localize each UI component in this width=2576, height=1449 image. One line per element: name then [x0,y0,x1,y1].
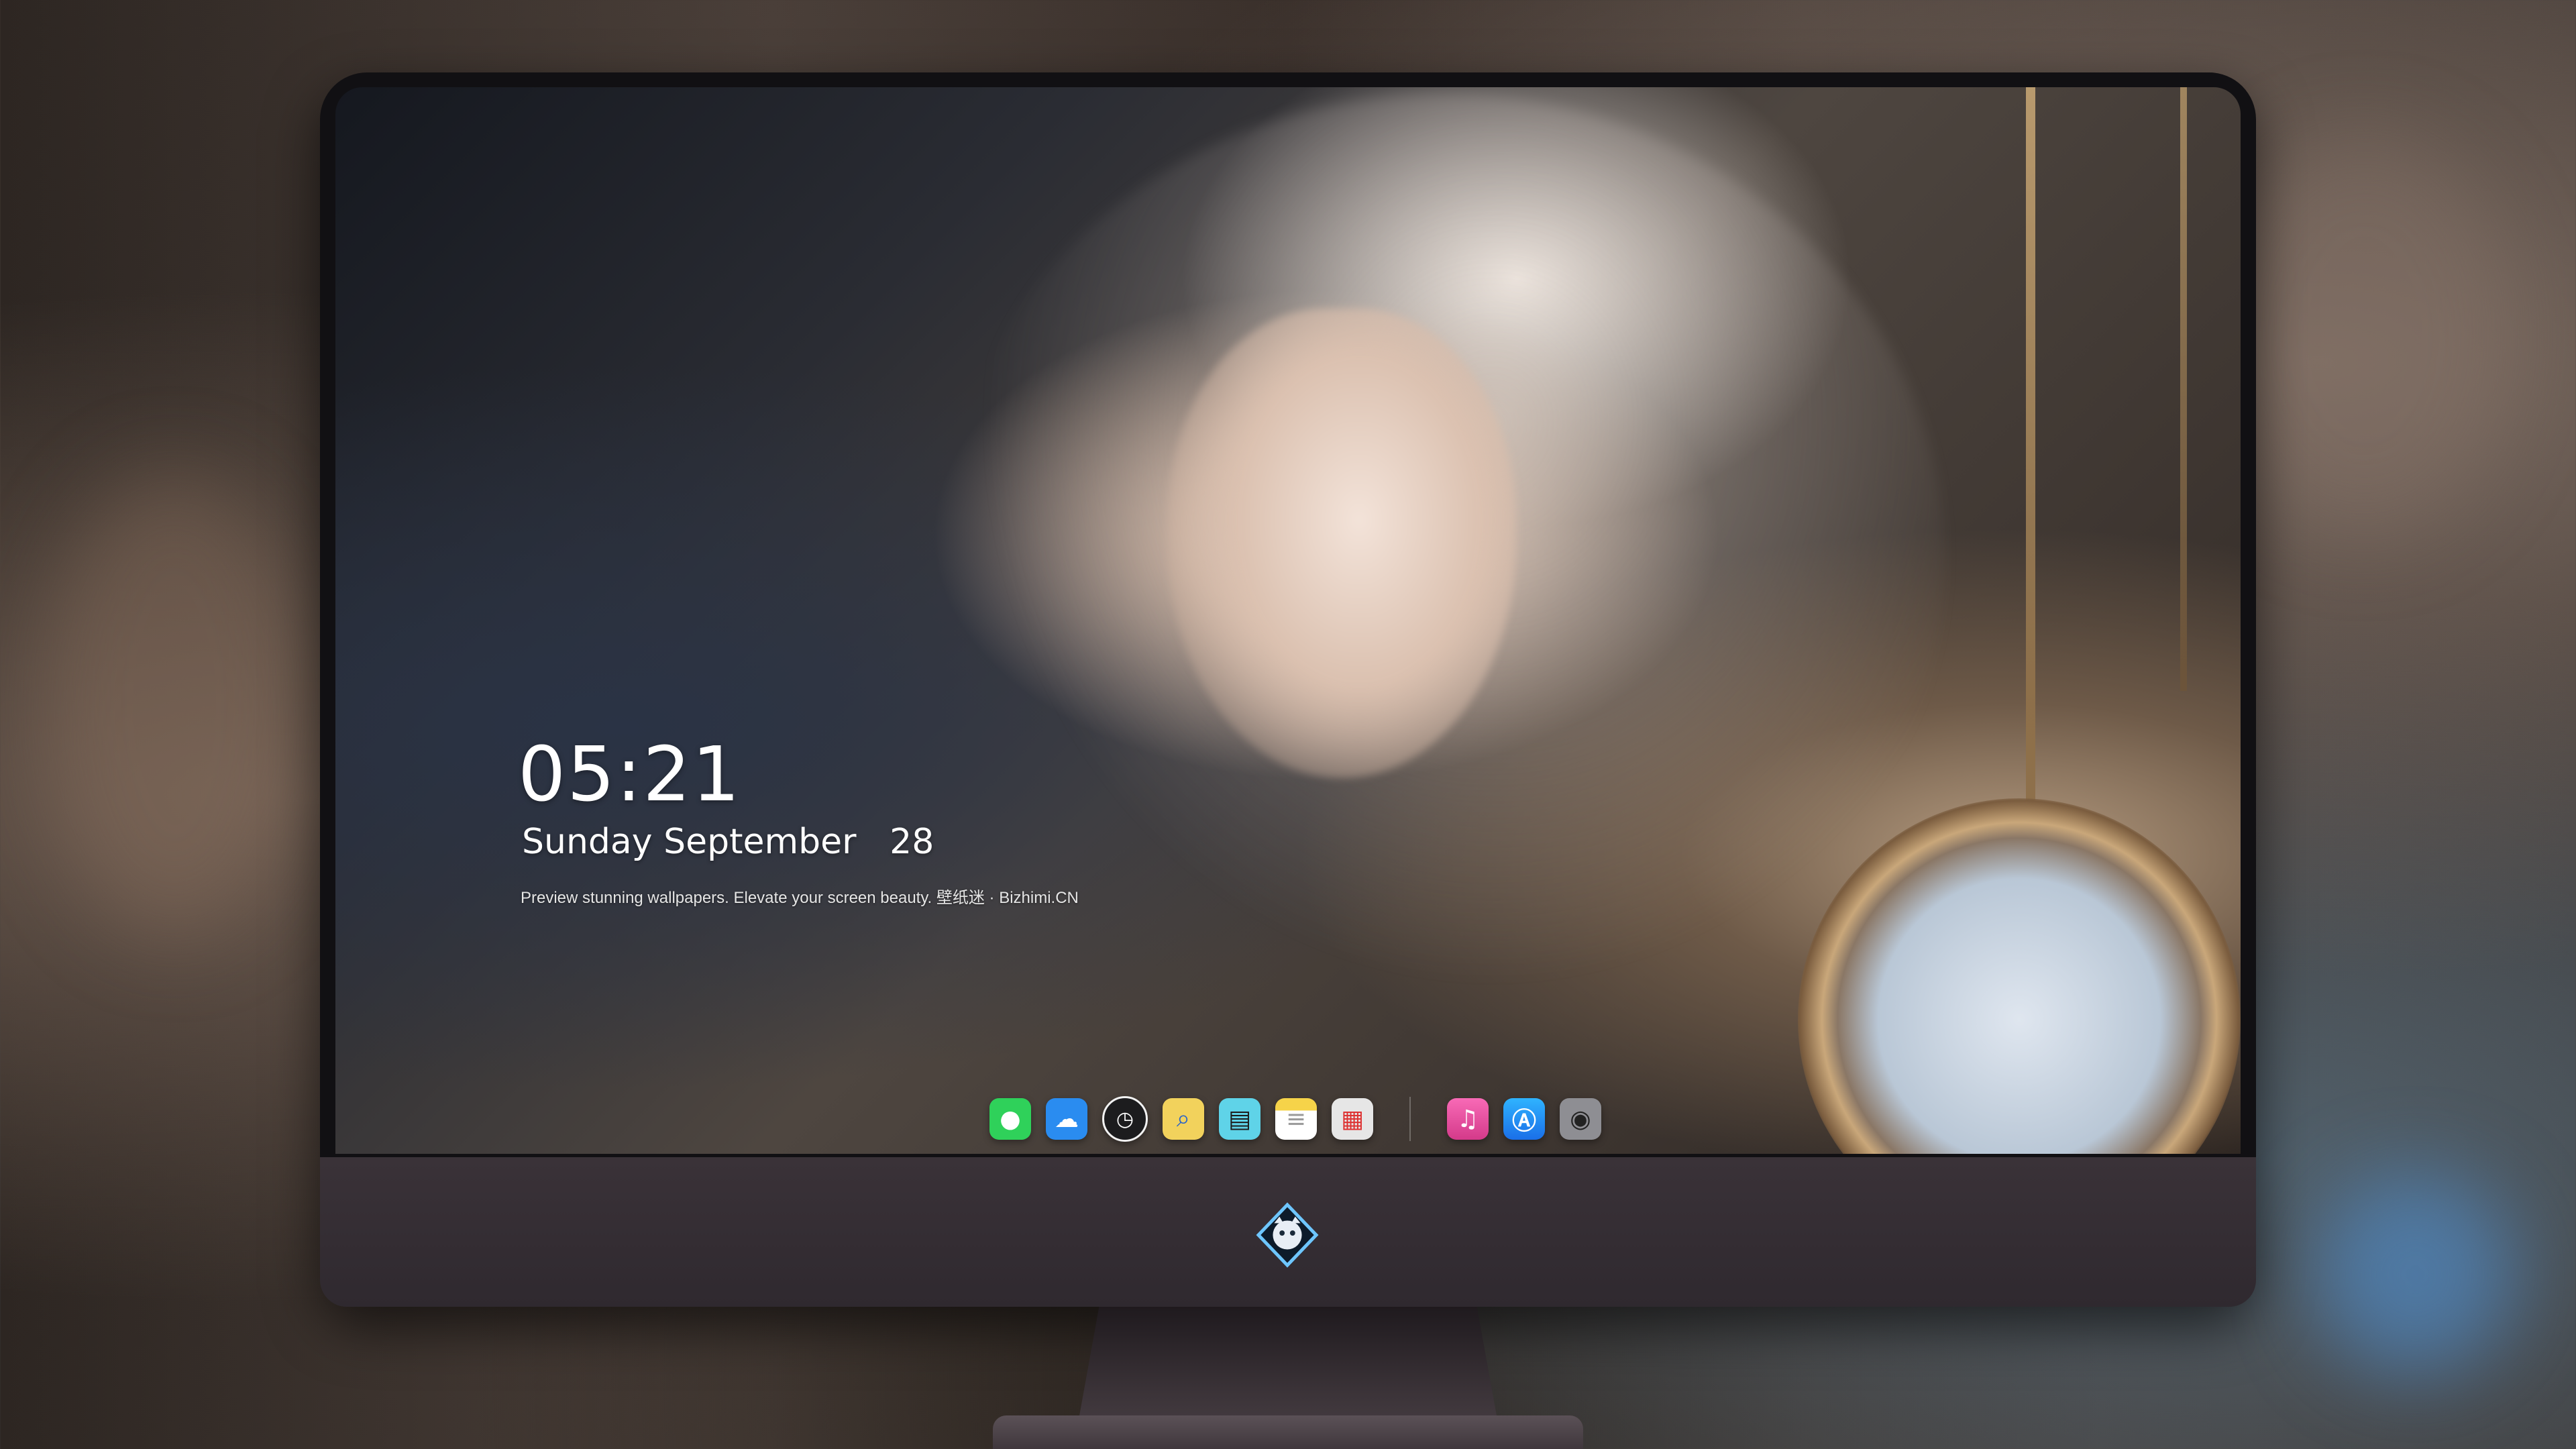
messages-icon[interactable]: ● [989,1098,1031,1140]
background-blur [2314,1174,2516,1375]
wallpaper-pocket-watch [1798,798,2241,1154]
photo-booth-icon[interactable]: ▦ [1332,1098,1373,1140]
preview-icon[interactable]: ⌕ [1163,1098,1204,1140]
monitor-stand-base [993,1415,1583,1449]
brand-logo-icon [1256,1202,1319,1268]
dock-separator [1409,1097,1411,1141]
weather-icon[interactable]: ☁ [1046,1098,1087,1140]
lockscreen-tagline: Preview stunning wallpapers. Elevate you… [521,889,1079,907]
app-store-icon[interactable]: Ⓐ [1503,1098,1545,1140]
dock: ● ☁ ◷ ⌕ ▤ ≡ ▦ ♫ Ⓐ ◉ [989,1091,1601,1146]
wallpaper-chain [2026,87,2035,812]
screen: 05:21 Sunday September 28 Preview stunni… [335,87,2241,1154]
clock-icon[interactable]: ◷ [1102,1096,1148,1142]
wallpaper-chain [2180,87,2187,691]
notes-icon[interactable]: ≡ [1275,1098,1317,1140]
camera-icon[interactable]: ◉ [1560,1098,1601,1140]
background-blur [40,470,309,939]
background-blur [2214,134,2516,537]
lockscreen-time: 05:21 [518,731,741,818]
wallpaper-face [1167,309,1516,778]
clips-icon[interactable]: ▤ [1219,1098,1260,1140]
lockscreen-date: Sunday September 28 [522,822,934,862]
music-icon[interactable]: ♫ [1447,1098,1489,1140]
